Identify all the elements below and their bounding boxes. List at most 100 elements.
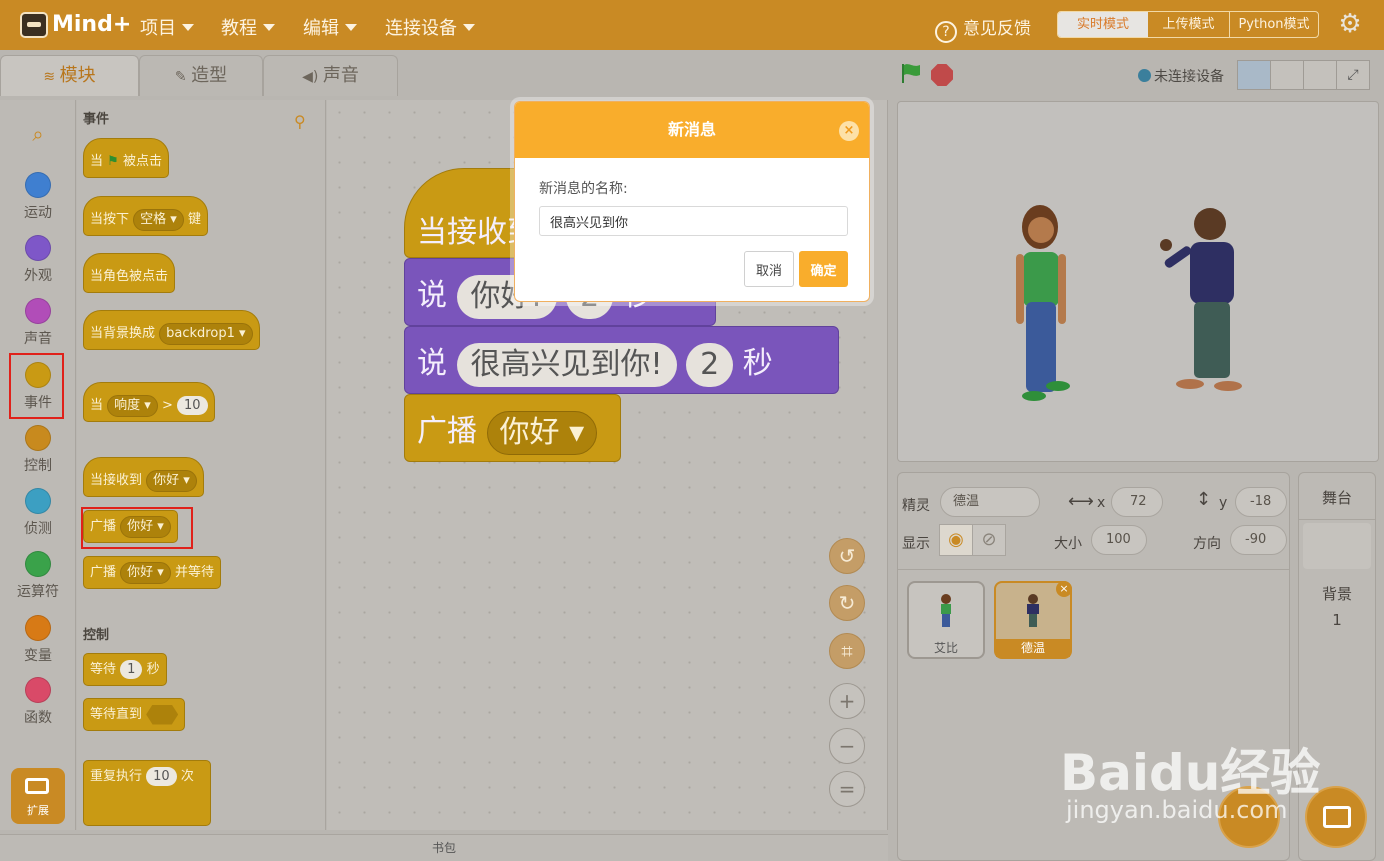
category-menu: ⌕ 运动 外观 声音 事件 控制 侦测 运算符 变量 函数 [0,100,76,830]
show-visible-icon[interactable]: ◉ [939,524,973,556]
device-status[interactable]: 未连接设备 [1138,66,1224,86]
abby-thumbnail [941,594,951,627]
layout-stage-only-icon[interactable] [1303,60,1337,90]
sprite-name-label: 艾比 [933,641,958,655]
category-functions[interactable]: 函数 [0,677,76,727]
sprite-name-label: 德温 [996,639,1070,657]
category-variables[interactable]: 变量 [0,615,76,665]
tab-sounds[interactable]: ◀) 声音 [263,55,398,96]
speaker-icon: ◀) [302,69,323,85]
sprite-label: 精灵 [902,498,930,514]
hide-sprite-icon[interactable]: ⊘ [972,524,1006,556]
sprite-thumb-devin[interactable]: × 德温 [994,581,1072,659]
settings-gear-icon[interactable]: ⚙ [1336,10,1364,38]
repeat-value[interactable]: 10 [146,767,177,786]
block-repeat[interactable]: 重复执行 10 次 [83,760,211,826]
layout-normal-stage-icon[interactable] [1270,60,1304,90]
wait-value[interactable]: 1 [120,660,143,679]
section-control-title: 控制 [83,628,110,643]
ok-button[interactable]: 确定 [799,251,848,287]
sprite-abby[interactable] [1016,205,1070,401]
cancel-button[interactable]: 取消 [744,251,794,287]
brush-icon: ✎ [174,69,192,85]
say-secs-input[interactable]: 2 [686,342,734,387]
block-when-receive[interactable]: 当接收到 你好 ▾ [83,457,204,497]
key-dropdown[interactable]: 空格 ▾ [133,209,184,231]
mindplus-logo: Mind+ [20,10,131,42]
stop-icon[interactable] [931,64,953,86]
divider [898,569,1289,570]
menu-edit[interactable]: 编辑 [303,14,357,40]
block-when-key-pressed[interactable]: 当按下 空格 ▾ 键 [83,196,208,236]
size-input[interactable]: 100 [1091,525,1147,555]
chevron-down-icon [263,24,275,31]
category-motion[interactable]: 运动 [0,172,76,222]
y-input[interactable]: -18 [1235,487,1287,517]
search-icon[interactable]: ⌕ [0,122,76,146]
block-palette: 事件 ⚲ 当 ⚑ 被点击 当按下 空格 ▾ 键 当角色被点击 当背景换成 bac… [77,100,326,830]
backdrop-dropdown[interactable]: backdrop1 ▾ [159,323,253,345]
menu-tutorial[interactable]: 教程 [221,14,275,40]
connection-dot-icon [1138,69,1151,82]
redo-icon[interactable]: ↻ [829,585,865,621]
sprite-name-input[interactable]: 德温 [940,487,1040,517]
block-broadcast-and-wait[interactable]: 广播 你好 ▾ 并等待 [83,556,221,589]
extensions-button[interactable]: 扩展 [11,768,65,824]
delete-sprite-icon[interactable]: × [1056,581,1072,597]
mode-python[interactable]: Python模式 [1230,12,1318,37]
zoom-in-icon[interactable]: + [829,683,865,719]
undo-icon[interactable]: ↺ [829,538,865,574]
backdrop-thumbnail[interactable] [1303,523,1371,569]
block-when-sprite-clicked[interactable]: 当角色被点击 [83,253,176,293]
category-sound[interactable]: 声音 [0,298,76,348]
x-input[interactable]: 72 [1111,487,1163,517]
highlight-broadcast-block [81,507,193,549]
category-dot-icon [25,488,51,514]
sprite-devin[interactable] [1160,208,1242,391]
zoom-reset-icon[interactable]: = [829,771,865,807]
category-control[interactable]: 控制 [0,425,76,475]
backpack-bar[interactable]: 书包 [0,834,888,861]
category-sensing[interactable]: 侦测 [0,488,76,538]
block-when-loudness[interactable]: 当 响度 ▾ > 10 [83,382,215,422]
ws-block-broadcast[interactable]: 广播 你好 ▾ [404,394,621,462]
close-icon[interactable]: × [839,121,859,141]
category-dot-icon [25,172,51,198]
mode-upload[interactable]: 上传模式 [1148,12,1230,37]
broadcast-wait-dropdown[interactable]: 你好 ▾ [120,562,171,584]
block-wait[interactable]: 等待 1 秒 [83,653,167,686]
watermark-url: jingyan.baidu.com [1066,796,1288,824]
mode-realtime[interactable]: 实时模式 [1058,12,1148,37]
ws-broadcast-dropdown[interactable]: 你好 ▾ [486,410,598,455]
tab-costumes[interactable]: ✎ 造型 [139,55,263,96]
fullscreen-icon[interactable]: ⤢ [1336,60,1370,90]
zoom-out-icon[interactable]: − [829,728,865,764]
loudness-value[interactable]: 10 [177,396,208,415]
crop-icon[interactable]: ⌗ [829,633,865,669]
mode-switch: 实时模式 上传模式 Python模式 [1057,11,1319,38]
block-when-flag-clicked[interactable]: 当 ⚑ 被点击 [83,138,169,178]
ws-block-say-2[interactable]: 说 很高兴见到你! 2 秒 [404,326,839,394]
sprite-thumb-abby[interactable]: 艾比 [907,581,985,659]
pin-icon[interactable]: ⚲ [294,112,306,131]
divider [1299,519,1375,520]
menu-connect-device[interactable]: 连接设备 [385,14,475,40]
green-flag-icon[interactable] [900,62,922,84]
feedback-link[interactable]: ? 意见反馈 [935,14,1031,43]
stage-canvas[interactable] [897,101,1379,462]
receive-message-dropdown[interactable]: 你好 ▾ [146,470,197,492]
say-text-input[interactable]: 很高兴见到你! [456,342,677,387]
boolean-slot[interactable] [146,704,179,725]
direction-input[interactable]: -90 [1230,525,1287,555]
loudness-dropdown[interactable]: 响度 ▾ [107,395,158,417]
menu-project[interactable]: 项目 [140,14,194,40]
layout-buttons: ⤢ [1237,60,1370,90]
category-operators[interactable]: 运算符 [0,551,76,601]
layout-small-stage-icon[interactable] [1237,60,1271,90]
message-name-input[interactable] [539,206,848,236]
block-wait-until[interactable]: 等待直到 [83,698,186,731]
category-looks[interactable]: 外观 [0,235,76,285]
tab-blocks[interactable]: ≋ 模块 [0,55,139,96]
arrows-vertical-icon: ↕ [1196,489,1212,510]
block-when-backdrop-switches[interactable]: 当背景换成 backdrop1 ▾ [83,310,260,350]
